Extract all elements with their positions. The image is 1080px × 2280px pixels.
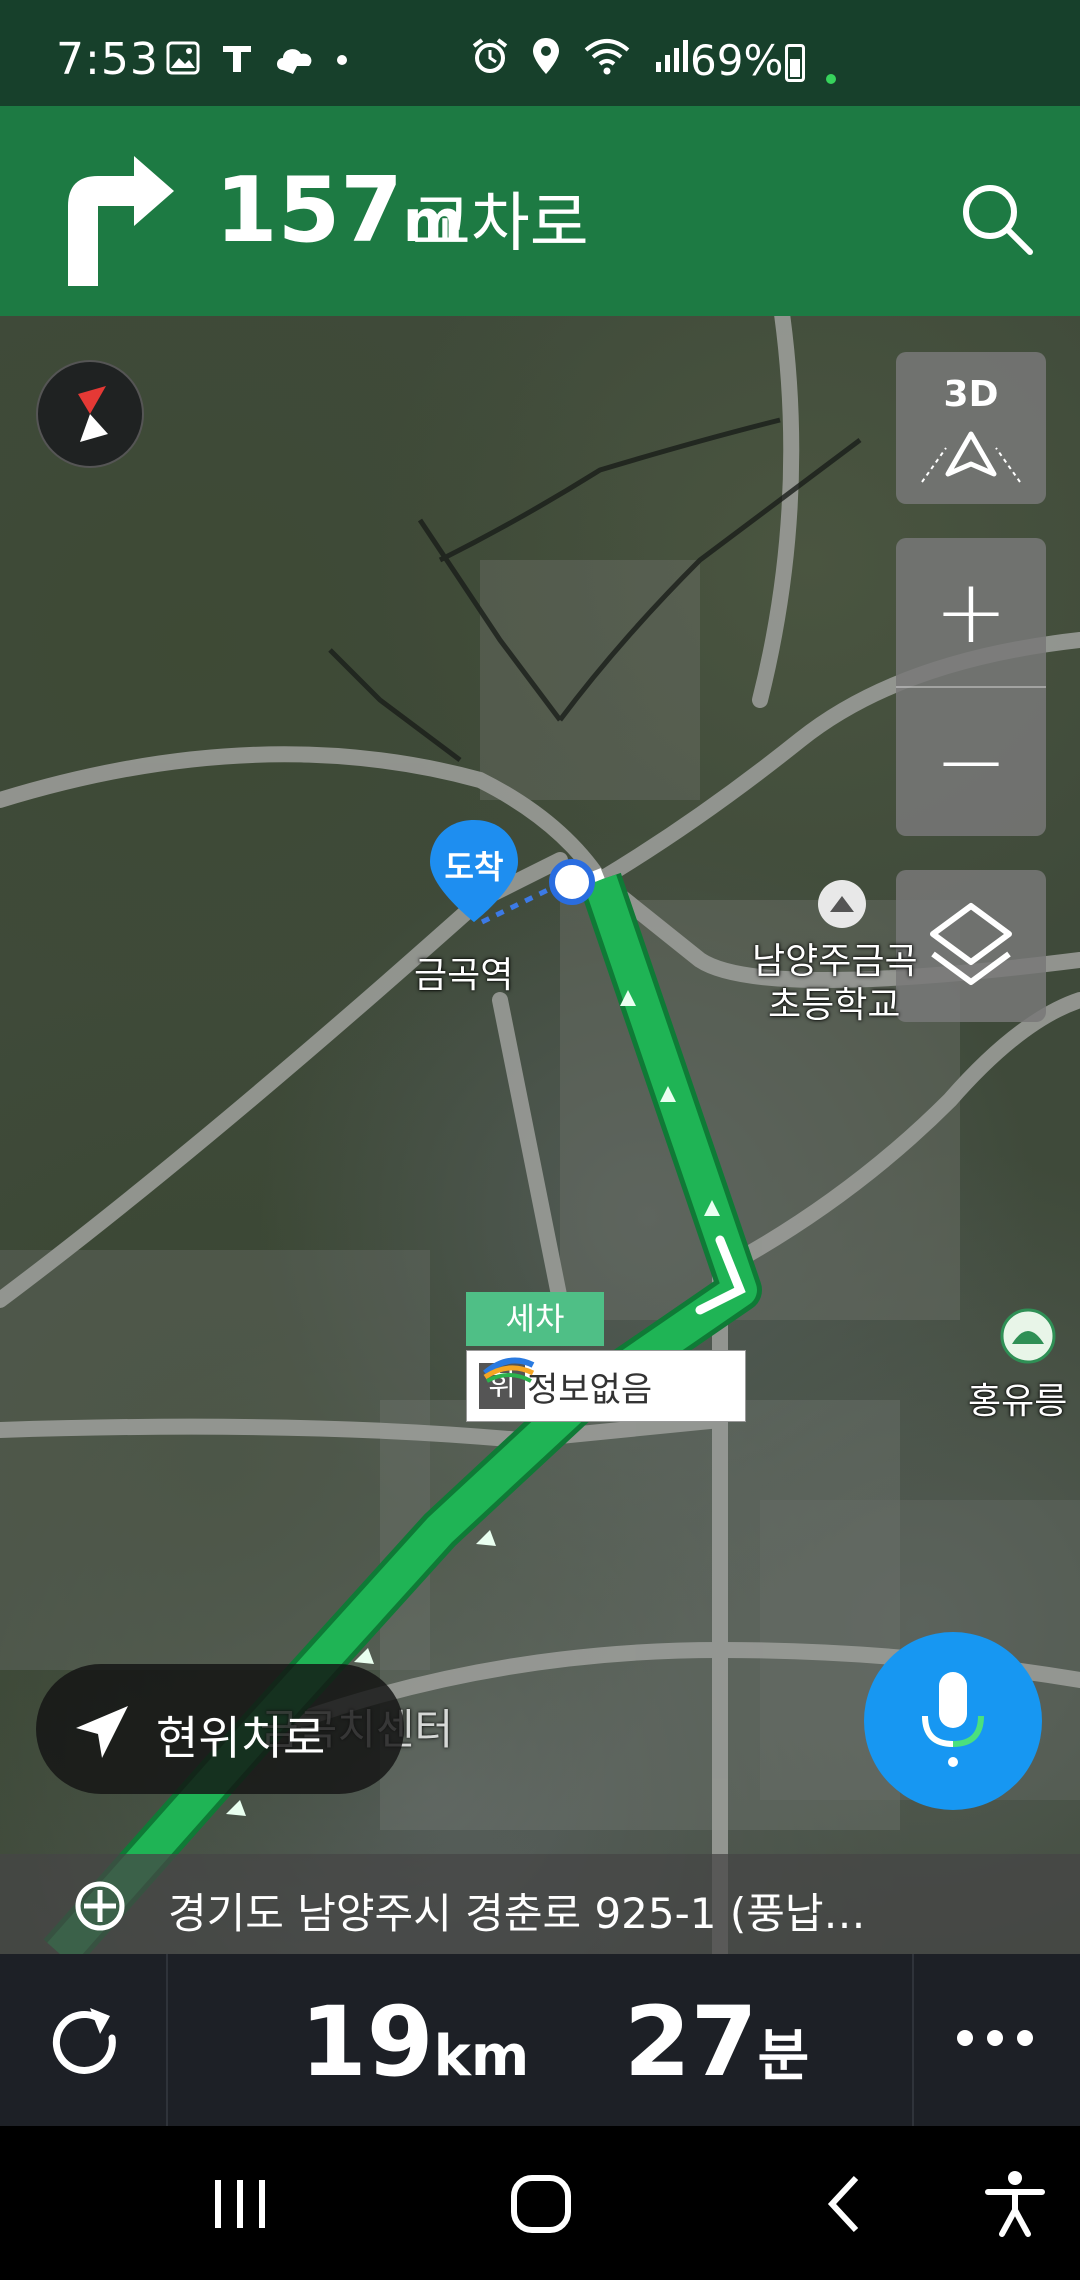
cloud-app-icon [277, 49, 312, 74]
my-location-label: 현위치로 [156, 1711, 326, 1765]
right-turn-arrow-icon [68, 156, 174, 286]
summary-separator-left [166, 1954, 168, 2126]
map-layers-button[interactable] [896, 870, 1046, 1022]
status-time: 7:53 [56, 34, 159, 85]
back-icon[interactable] [816, 2172, 876, 2236]
microphone-icon [922, 1672, 984, 1767]
more-icon[interactable] [950, 2018, 1040, 2058]
gallery-icon [166, 41, 200, 75]
battery-percentage: 69% [690, 36, 784, 85]
zoom-control: + − [896, 538, 1046, 836]
route-summary-bar: 19km 27분 [0, 1954, 1080, 2126]
wifi-icon [584, 39, 630, 75]
destination-pin-label: 도착 [444, 848, 504, 886]
3d-view-icon [921, 431, 1021, 483]
current-address-bar[interactable]: 경기도 남양주시 경춘로 925-1 (풍납… [0, 1854, 1080, 1954]
oil-brand-logo-icon [483, 1357, 535, 1383]
my-location-button[interactable]: 현위치로 [36, 1664, 404, 1794]
accessibility-icon[interactable] [980, 2168, 1050, 2238]
3d-view-label: 3D [943, 374, 999, 415]
search-icon[interactable] [956, 178, 1036, 258]
car-wash-label: 세차 [466, 1292, 604, 1346]
compass-icon[interactable] [36, 360, 144, 468]
home-icon[interactable] [506, 2172, 576, 2236]
location-icon [533, 38, 559, 74]
gps-target-icon [75, 1881, 125, 1931]
layers-icon [930, 903, 1012, 985]
3d-view-button[interactable]: 3D [896, 352, 1046, 504]
refresh-icon[interactable] [40, 1998, 130, 2088]
t-app-icon [223, 46, 251, 72]
signal-icon [656, 40, 688, 72]
location-arrow-icon [76, 1706, 128, 1758]
destination-marker[interactable]: 도착 [424, 816, 524, 926]
zoom-in-button[interactable]: + [896, 538, 1046, 686]
remaining-distance-value: 19 [300, 1986, 434, 2098]
remaining-time-value: 27 [624, 1986, 758, 2098]
school-label-line2: 초등학교 [768, 985, 901, 1026]
rest-area-sign[interactable]: 휘 정보없음 [466, 1350, 746, 1422]
status-bar: 7:53 69% [0, 0, 1080, 106]
remaining-distance: 19km [300, 1986, 529, 2098]
station-label: 금곡역 [414, 955, 514, 996]
remaining-distance-unit: km [433, 2024, 530, 2089]
summary-separator-right [912, 1954, 914, 2126]
turn-distance-value: 157 [215, 158, 403, 263]
battery-icon [785, 44, 805, 82]
remaining-time-unit: 분 [757, 2024, 810, 2089]
rest-area-info: 정보없음 [527, 1369, 653, 1410]
tomb-label: 홍유릉 [968, 1381, 1068, 1422]
turn-instruction-bar: 157m 교차로 [0, 106, 1080, 316]
satellite-map[interactable]: 3D + − 도착 금곡역 남양주금곡 초등학교 홍유릉 금곡치센터 세차 휘 … [0, 316, 1080, 1954]
status-system-icons [470, 36, 692, 76]
status-notification-icons [165, 40, 349, 76]
alarm-icon [472, 38, 508, 73]
system-navigation-bar [0, 2126, 1080, 2280]
more-notifications-dot-icon [337, 55, 347, 65]
remaining-time: 27분 [624, 1986, 809, 2098]
voice-search-button[interactable] [864, 1632, 1042, 1810]
current-address-text: 경기도 남양주시 경춘로 925-1 (풍납… [168, 1889, 866, 1938]
turn-road-name: 교차로 [412, 187, 589, 261]
zoom-out-button[interactable]: − [896, 688, 1046, 836]
recent-apps-icon[interactable] [200, 2174, 280, 2234]
privacy-indicator-icon [826, 74, 836, 84]
